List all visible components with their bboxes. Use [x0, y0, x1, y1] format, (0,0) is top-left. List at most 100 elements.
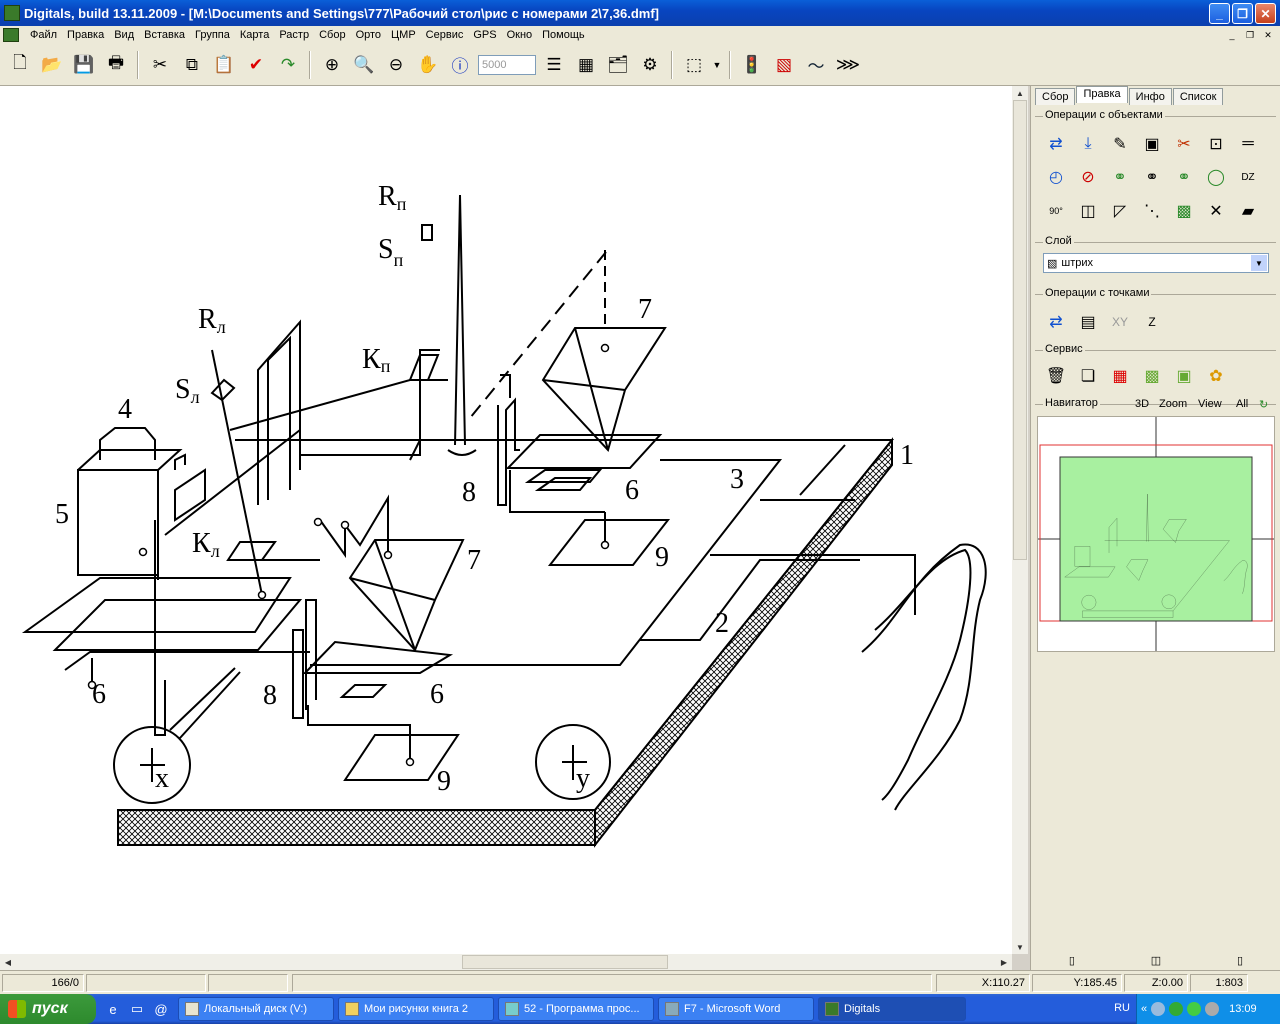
nav-3d-button[interactable]: 3D [1135, 398, 1149, 410]
z-button[interactable]: Z [1139, 309, 1165, 335]
eraser-icon[interactable]: ▰ [1235, 198, 1261, 224]
menu-dem[interactable]: ЦМР [386, 29, 421, 41]
tab-edit[interactable]: Правка [1076, 86, 1128, 103]
scroll-right-icon[interactable]: ▶ [996, 955, 1012, 969]
select-tool-icon[interactable]: ⬚ [680, 51, 708, 79]
task-viewer[interactable]: 52 - Программа прос... [498, 997, 654, 1021]
navigator-view[interactable] [1037, 416, 1275, 652]
union-icon[interactable]: ⚭ [1107, 164, 1133, 190]
menu-file[interactable]: Файл [25, 29, 62, 41]
scissors-icon[interactable]: ✂ [1171, 131, 1197, 157]
print-icon[interactable]: 🖶 [102, 51, 130, 79]
menu-gps[interactable]: GPS [468, 29, 501, 41]
pencil-icon[interactable]: ✎ [1107, 131, 1133, 157]
dropdown-arrow-icon[interactable]: ▼ [712, 51, 722, 79]
horizontal-scroll-thumb[interactable] [462, 955, 668, 969]
task-word[interactable]: F7 - Microsoft Word [658, 997, 814, 1021]
point-table-icon[interactable]: ▤ [1075, 309, 1101, 335]
difference-icon[interactable]: ⚭ [1171, 164, 1197, 190]
info-icon[interactable]: ⓘ [446, 51, 474, 79]
menu-view[interactable]: Вид [109, 29, 139, 41]
minimize-button[interactable]: _ [1209, 3, 1230, 24]
tab-info[interactable]: Инфо [1128, 88, 1172, 105]
chevron-down-icon[interactable]: ▼ [1251, 255, 1267, 271]
open-folder-icon[interactable]: 📂 [38, 51, 66, 79]
menu-ortho[interactable]: Орто [351, 29, 386, 41]
language-indicator[interactable]: RU [1114, 1002, 1130, 1014]
tray-arrow-icon[interactable]: « [1141, 1003, 1147, 1015]
horizontal-scrollbar[interactable]: ◀ ▶ [0, 954, 1012, 970]
frame-icon[interactable]: ◫ [1075, 198, 1101, 224]
antivirus-icon[interactable] [1169, 1002, 1184, 1016]
dotted-line-icon[interactable]: ⋱ [1139, 198, 1165, 224]
menu-insert[interactable]: Вставка [139, 29, 190, 41]
nav-zoom-button[interactable]: Zoom [1159, 398, 1187, 410]
network-icon[interactable] [1151, 1002, 1166, 1016]
ie-icon[interactable]: e [104, 1000, 122, 1018]
vertical-scrollbar[interactable]: ▲ ▼ [1012, 86, 1028, 954]
mail-icon[interactable]: @ [152, 1000, 170, 1018]
doc-minimize-button[interactable]: _ [1224, 28, 1240, 42]
refresh-icon[interactable]: ↻ [1259, 398, 1268, 411]
task-my-pictures[interactable]: Мои рисунки книга 2 [338, 997, 494, 1021]
cut-icon[interactable]: ✂ [146, 51, 174, 79]
intersect-icon[interactable]: ⚭ [1139, 164, 1165, 190]
save-icon[interactable]: 💾 [70, 51, 98, 79]
copy-icon[interactable]: ⧉ [178, 51, 206, 79]
settings-icon[interactable]: ⚙ [636, 51, 664, 79]
start-button[interactable]: пуск [0, 994, 96, 1024]
rotate-90-icon[interactable]: 90° [1043, 198, 1069, 224]
photo-icon[interactable]: ▣ [1171, 363, 1197, 389]
layer-select[interactable]: ▧ штрих ▼ [1043, 253, 1269, 273]
palette-icon[interactable]: ✿ [1203, 363, 1229, 389]
drawing-canvas[interactable]: Rп Sп Кп Rл Sл Кл 1 2 3 4 5 6 6 6 7 7 8 … [0, 86, 1012, 954]
task-local-disk[interactable]: Локальный диск (V:) [178, 997, 334, 1021]
stack-icon[interactable]: ❏ [1075, 363, 1101, 389]
close-button[interactable]: ✕ [1255, 3, 1276, 24]
layers-icon[interactable]: ☰ [540, 51, 568, 79]
traffic-light-icon[interactable]: 🚦 [738, 51, 766, 79]
dz-icon[interactable]: DZ [1235, 164, 1261, 190]
circle-icon[interactable]: ◯ [1203, 164, 1229, 190]
vectorize-icon[interactable]: ⋙ [834, 51, 862, 79]
zoom-add-icon[interactable]: ⊕ [318, 51, 346, 79]
bucket-icon[interactable]: 🗑 [1043, 363, 1069, 389]
cross-icon[interactable]: ✕ [1203, 198, 1229, 224]
color-grid-icon[interactable]: ▦ [1107, 363, 1133, 389]
xy-button[interactable]: XY [1107, 309, 1133, 335]
group-box-icon[interactable]: ▣ [1139, 131, 1165, 157]
grid-icon[interactable]: ▩ [1171, 198, 1197, 224]
menu-help[interactable]: Помощь [537, 29, 590, 41]
tab-list[interactable]: Список [1172, 88, 1224, 105]
layout-split-icon[interactable]: ◫ [1151, 954, 1161, 967]
scale-input[interactable]: 5000 [478, 54, 536, 75]
menu-collect[interactable]: Сбор [314, 29, 350, 41]
nav-all-button[interactable]: All [1236, 398, 1248, 410]
swap-icon[interactable]: ⇄ [1043, 131, 1069, 157]
image-icon[interactable]: ▩ [1139, 363, 1165, 389]
menu-window[interactable]: Окно [502, 29, 538, 41]
new-file-icon[interactable]: 🗋 [6, 51, 34, 79]
corner-icon[interactable]: ◸ [1107, 198, 1133, 224]
raster-tool-icon[interactable]: ▧ [770, 51, 798, 79]
redo-icon[interactable]: ↷ [274, 51, 302, 79]
desktop-icon[interactable]: ▭ [128, 1000, 146, 1018]
nav-view-button[interactable]: View [1198, 398, 1222, 410]
zoom-in-icon[interactable]: 🔍 [350, 51, 378, 79]
compass-icon[interactable]: ◴ [1043, 164, 1069, 190]
no-edit-icon[interactable]: ⊘ [1075, 164, 1101, 190]
scroll-up-icon[interactable]: ▲ [1012, 86, 1028, 100]
center-icon[interactable]: ⊡ [1203, 131, 1229, 157]
scroll-left-icon[interactable]: ◀ [0, 955, 16, 969]
doc-restore-button[interactable]: ❐ [1242, 28, 1258, 42]
check-icon[interactable]: ✔ [242, 51, 270, 79]
line-icon[interactable]: ═ [1235, 131, 1261, 157]
menu-map[interactable]: Карта [235, 29, 274, 41]
insert-down-icon[interactable]: ⤓ [1075, 131, 1101, 157]
menu-service[interactable]: Сервис [421, 29, 469, 41]
layout-single-icon[interactable]: ▯ [1069, 954, 1075, 967]
volume-icon[interactable] [1205, 1002, 1220, 1016]
zoom-out-icon[interactable]: ⊖ [382, 51, 410, 79]
curve-tool-icon[interactable]: 〜 [802, 51, 830, 79]
document-icon[interactable] [3, 28, 19, 42]
